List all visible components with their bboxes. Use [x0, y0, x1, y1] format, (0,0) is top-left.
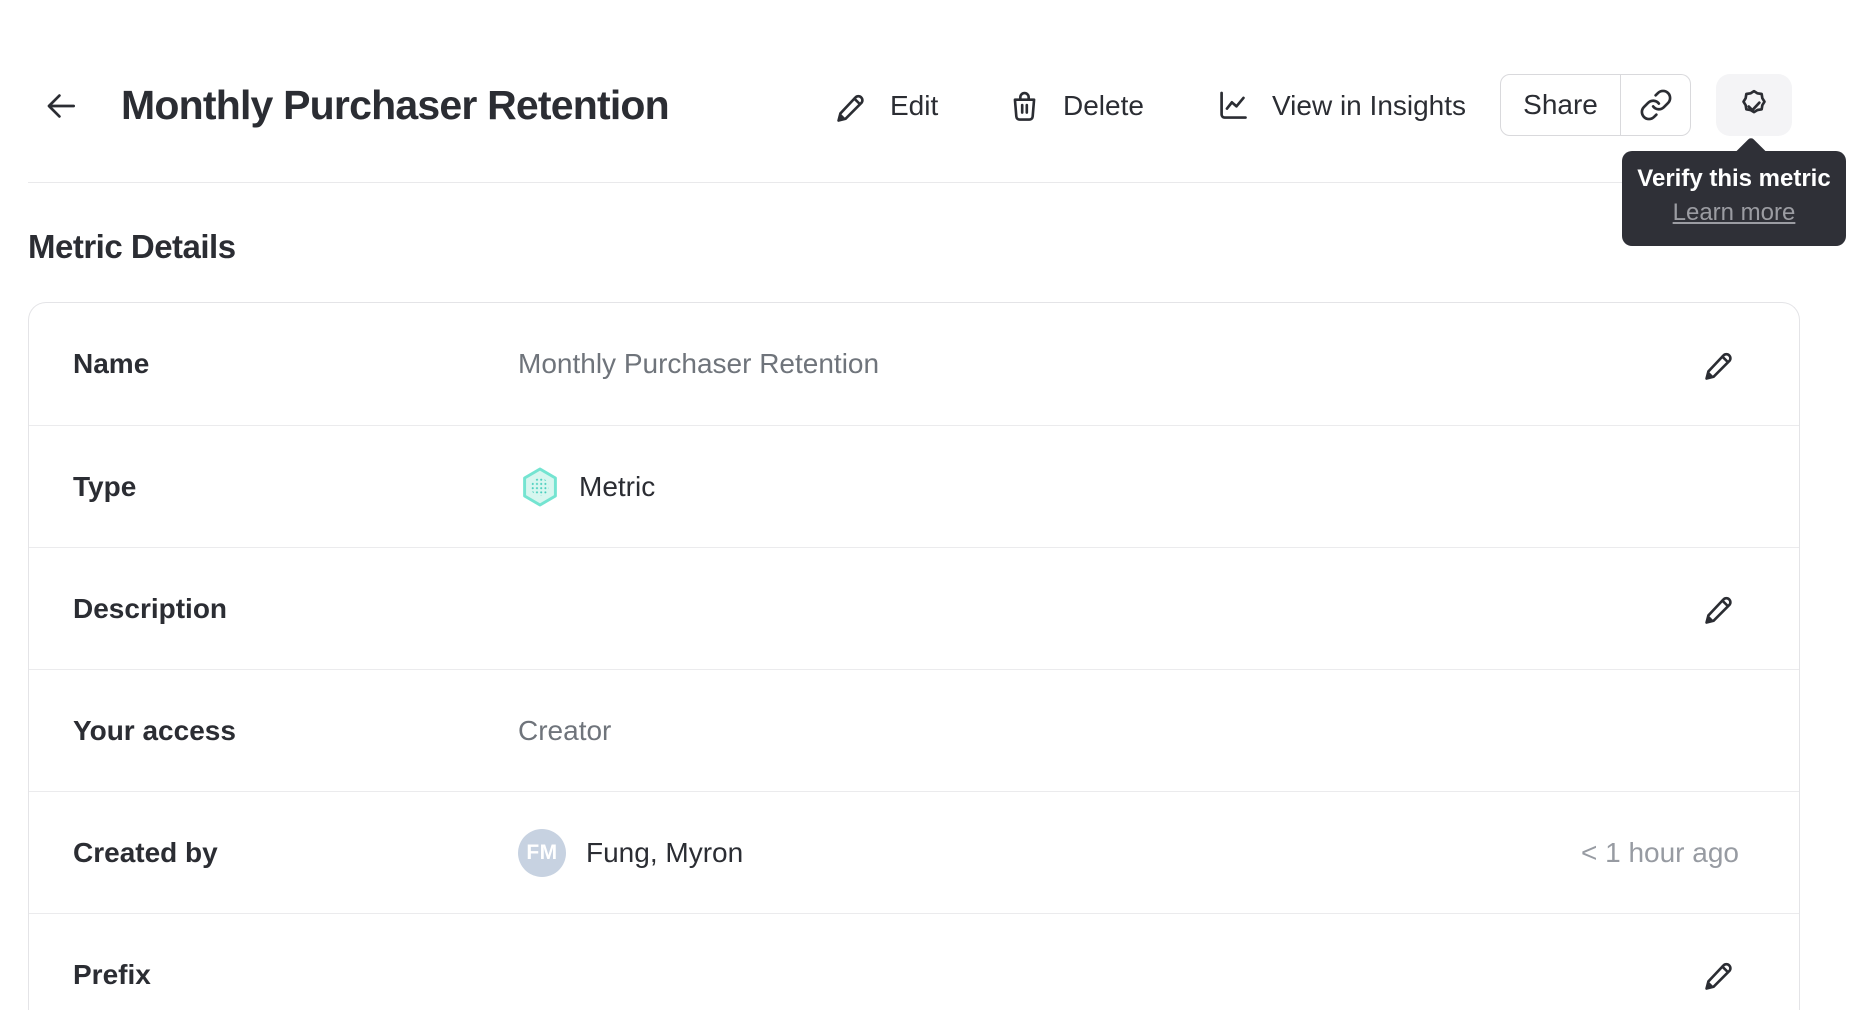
- metric-details-page: Monthly Purchaser Retention Edit Delete: [0, 0, 1850, 1010]
- verify-metric-button[interactable]: [1716, 74, 1792, 136]
- name-label: Name: [73, 348, 150, 379]
- detail-row-prefix: Prefix: [29, 913, 1799, 1010]
- arrow-left-icon: [42, 87, 80, 125]
- header-divider: [28, 182, 1822, 183]
- name-value: Monthly Purchaser Retention: [518, 348, 880, 379]
- trash-icon: [1006, 88, 1043, 125]
- prefix-label: Prefix: [73, 958, 151, 990]
- your-access-value: Creator: [518, 714, 612, 746]
- link-icon: [1639, 88, 1673, 122]
- delete-label: Delete: [1063, 90, 1144, 121]
- detail-row-type: Type Metric: [29, 425, 1799, 547]
- tooltip-learn-more-link[interactable]: Learn more: [1673, 199, 1796, 227]
- metric-hexagon-icon: [518, 465, 562, 509]
- detail-row-your-access: Your access Creator: [29, 669, 1799, 791]
- pencil-icon: [1701, 346, 1738, 383]
- pencil-icon: [833, 88, 870, 125]
- type-label: Type: [73, 470, 137, 502]
- delete-button[interactable]: Delete: [1006, 84, 1144, 128]
- pencil-icon: [1701, 956, 1738, 993]
- detail-row-created-by: Created by FM Fung, Myron < 1 hour ago: [29, 791, 1799, 913]
- view-in-insights-button[interactable]: View in Insights: [1214, 84, 1466, 128]
- edit-name-button[interactable]: [1699, 344, 1739, 384]
- line-chart-icon: [1214, 87, 1252, 125]
- metric-details-card: Name Monthly Purchaser Retention Type Me…: [28, 302, 1800, 1010]
- detail-row-description: Description: [29, 547, 1799, 669]
- created-timestamp: < 1 hour ago: [1580, 836, 1739, 868]
- edit-label: Edit: [890, 90, 939, 121]
- edit-description-button[interactable]: [1699, 589, 1739, 629]
- share-button[interactable]: Share: [1500, 74, 1621, 136]
- back-button[interactable]: [40, 86, 82, 126]
- share-button-group: Share: [1500, 74, 1691, 136]
- copy-link-button[interactable]: [1621, 74, 1691, 136]
- avatar: FM: [518, 828, 566, 877]
- page-title: Monthly Purchaser Retention: [121, 82, 670, 128]
- verify-tooltip: Verify this metric Learn more: [1622, 136, 1846, 246]
- verified-badge-icon: [1734, 85, 1774, 125]
- tooltip-title: Verify this metric: [1637, 165, 1831, 192]
- description-label: Description: [73, 592, 228, 624]
- edit-button[interactable]: Edit: [833, 84, 938, 128]
- section-heading: Metric Details: [28, 228, 236, 265]
- detail-row-name: Name Monthly Purchaser Retention: [29, 303, 1799, 425]
- view-in-insights-label: View in Insights: [1272, 90, 1467, 121]
- pencil-icon: [1701, 590, 1738, 627]
- your-access-label: Your access: [73, 714, 236, 746]
- type-value: Metric: [579, 470, 656, 502]
- created-by-value: Fung, Myron: [586, 836, 744, 868]
- edit-prefix-button[interactable]: [1699, 955, 1739, 995]
- created-by-label: Created by: [73, 836, 218, 868]
